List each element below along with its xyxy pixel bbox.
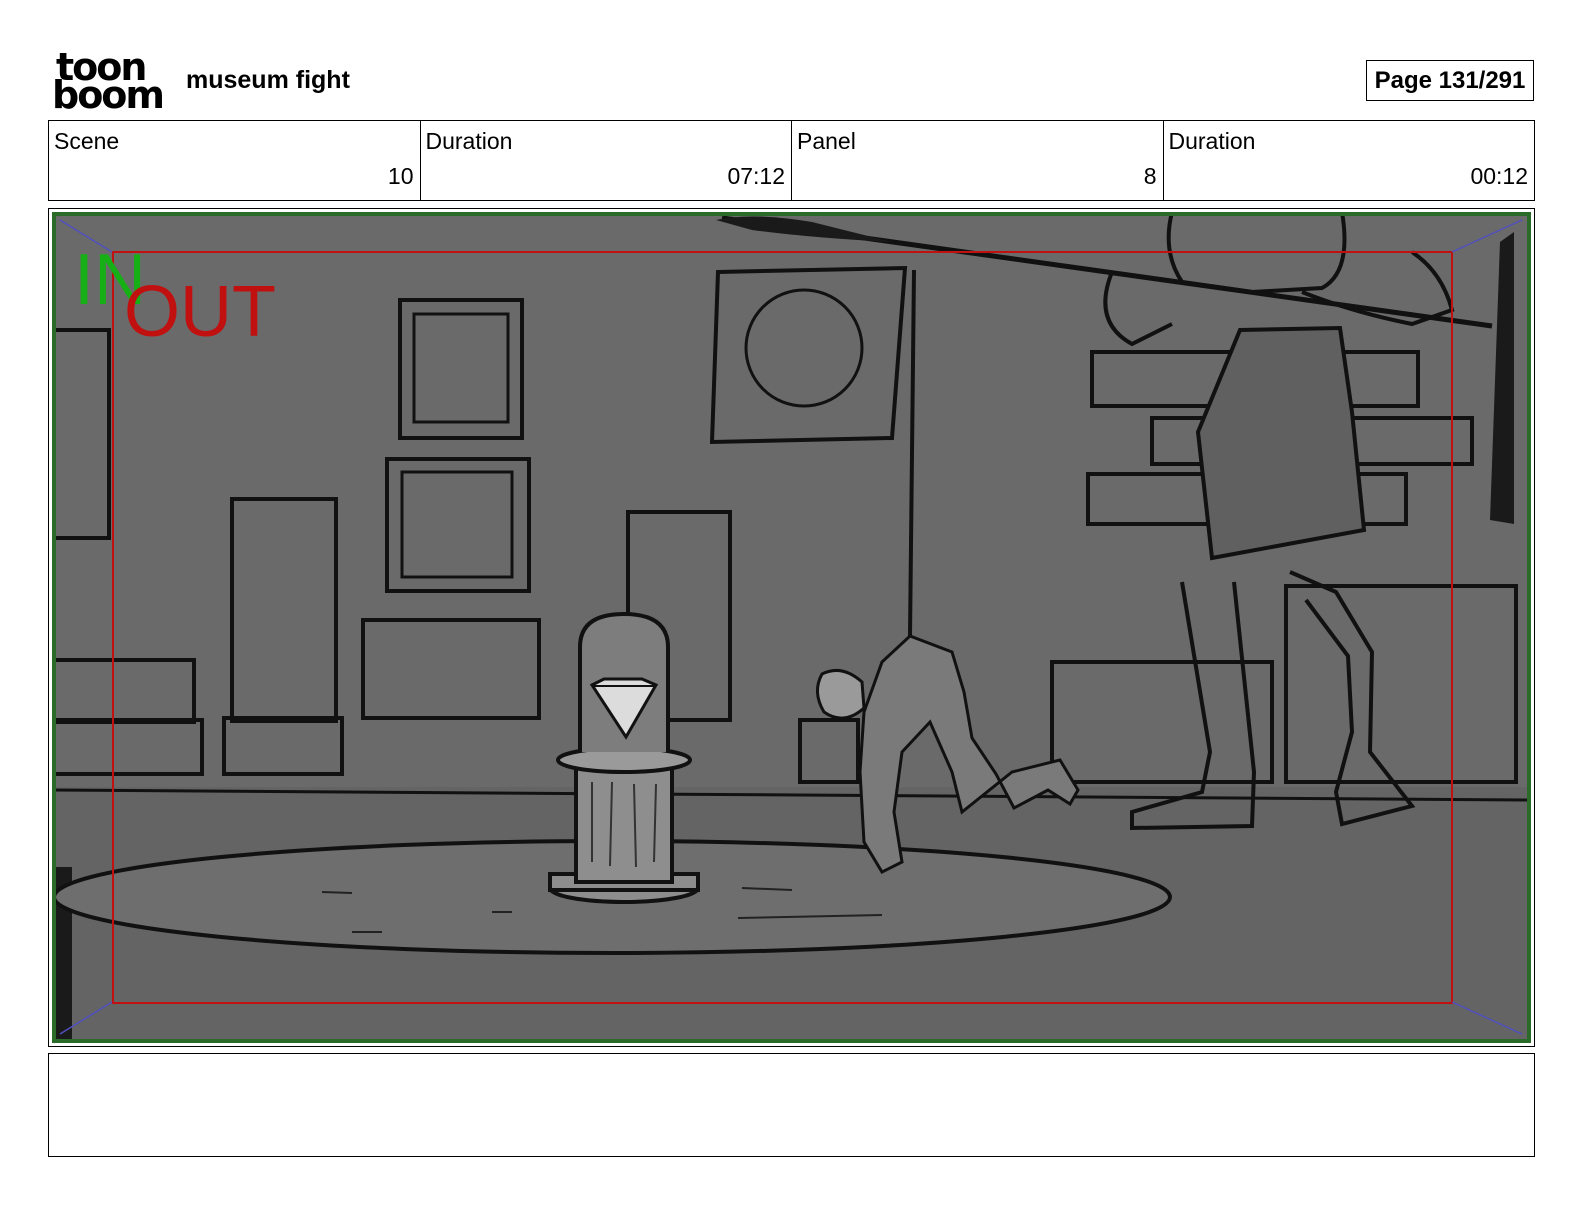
panel-notes-box[interactable] bbox=[48, 1053, 1535, 1157]
scene-duration-label: Duration bbox=[425, 128, 513, 154]
page-indicator: Page 131/291 bbox=[1366, 60, 1534, 101]
scene-duration-value: 07:12 bbox=[727, 163, 785, 189]
project-title: museum fight bbox=[186, 66, 350, 94]
panel-cell: Panel 8 bbox=[792, 121, 1164, 200]
toon-boom-logo: toon boom bbox=[52, 48, 165, 114]
scene-duration-cell: Duration 07:12 bbox=[421, 121, 792, 200]
panel-duration-cell: Duration 00:12 bbox=[1164, 121, 1535, 200]
storyboard-drawing: IN OUT bbox=[52, 212, 1531, 1043]
storyboard-panel-frame: IN OUT bbox=[48, 208, 1535, 1047]
out-label: OUT bbox=[124, 272, 276, 352]
panel-label: Panel bbox=[797, 128, 856, 154]
panel-duration-value: 00:12 bbox=[1470, 163, 1528, 189]
scene-value: 10 bbox=[387, 163, 414, 189]
scene-label: Scene bbox=[54, 128, 120, 154]
scene-cell: Scene 10 bbox=[49, 121, 421, 200]
panel-value: 8 bbox=[1143, 163, 1157, 189]
logo-bottom-text: boom bbox=[52, 73, 165, 117]
panel-duration-label: Duration bbox=[1168, 128, 1256, 154]
panel-info-row: Scene 10 Duration 07:12 Panel 8 Duration… bbox=[48, 120, 1535, 201]
